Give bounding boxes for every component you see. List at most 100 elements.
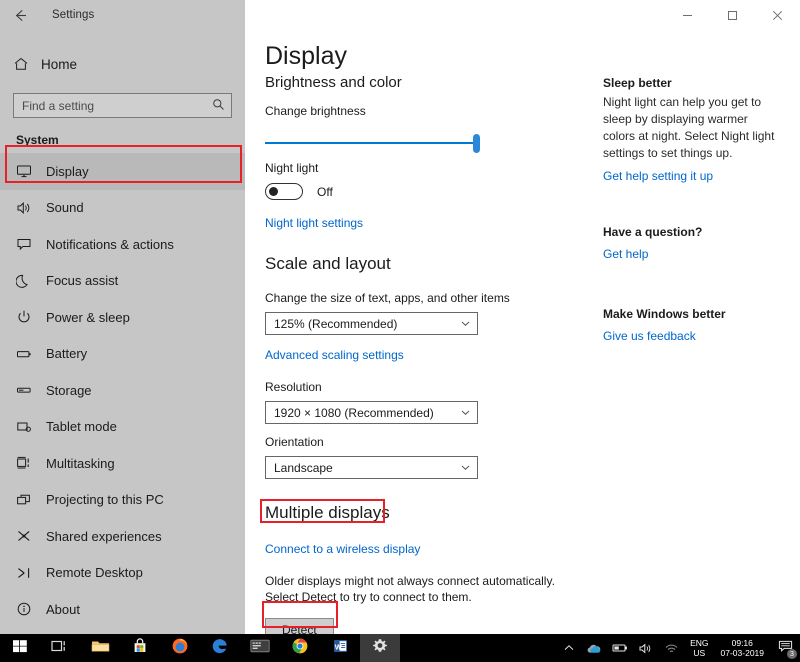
- window-title: Settings: [52, 9, 94, 21]
- svg-text:W: W: [334, 642, 342, 651]
- help-body: Night light can help you get to sleep by…: [603, 94, 783, 162]
- window-titlebar-left: Settings: [0, 0, 245, 30]
- sidebar-item-label: Projecting to this PC: [46, 492, 164, 507]
- language-indicator[interactable]: ENG US: [684, 634, 714, 662]
- chrome-icon: [291, 637, 309, 660]
- close-button[interactable]: [755, 0, 800, 30]
- resolution-label: Resolution: [265, 380, 595, 394]
- sidebar-item-storage[interactable]: Storage: [0, 372, 245, 409]
- sidebar-item-remote-desktop[interactable]: Remote Desktop: [0, 555, 245, 592]
- onedrive-cloud-icon[interactable]: [580, 634, 607, 662]
- clock[interactable]: 09:16 07-03-2019: [715, 634, 770, 662]
- tablet-icon: [16, 419, 46, 435]
- scale-label: Change the size of text, apps, and other…: [265, 291, 595, 305]
- sidebar-item-label: Display: [46, 164, 89, 179]
- chevron-down-icon: [460, 462, 471, 473]
- night-light-state: Off: [317, 185, 333, 199]
- terminal-button[interactable]: [240, 634, 280, 662]
- settings-window: Settings Home System: [0, 0, 800, 662]
- change-brightness-label: Change brightness: [265, 104, 595, 118]
- toggle-knob: [269, 187, 278, 196]
- minimize-button[interactable]: [665, 0, 710, 30]
- sidebar-item-about[interactable]: About: [0, 591, 245, 628]
- sidebar-item-label: Notifications & actions: [46, 237, 174, 252]
- task-view-button[interactable]: [40, 634, 80, 662]
- notification-count-badge: 3: [787, 649, 797, 659]
- search-input[interactable]: [13, 93, 232, 118]
- windows-logo-icon: [12, 638, 28, 659]
- maximize-button[interactable]: [710, 0, 755, 30]
- sidebar-item-home[interactable]: Home: [0, 48, 245, 80]
- taskbar: W: [0, 634, 800, 662]
- page-title: Display: [265, 42, 347, 71]
- brightness-and-color-heading: Brightness and color: [265, 74, 595, 91]
- resolution-dropdown[interactable]: 1920 × 1080 (Recommended): [265, 401, 478, 424]
- word-button[interactable]: W: [320, 634, 360, 662]
- help-heading: Sleep better: [603, 76, 783, 90]
- action-center-button[interactable]: 3: [770, 634, 800, 662]
- settings-button[interactable]: [360, 634, 400, 662]
- speaker-icon[interactable]: [634, 634, 659, 662]
- sidebar-item-display[interactable]: Display: [0, 153, 245, 190]
- microsoft-store-button[interactable]: [120, 634, 160, 662]
- get-help-setting-it-up-link[interactable]: Get help setting it up: [603, 169, 713, 183]
- get-help-link[interactable]: Get help: [603, 247, 648, 261]
- sidebar-item-shared-experiences[interactable]: Shared experiences: [0, 518, 245, 555]
- notification-icon: [16, 236, 46, 252]
- sidebar-item-projecting[interactable]: Projecting to this PC: [0, 482, 245, 519]
- gear-icon: [371, 637, 389, 660]
- chrome-button[interactable]: [280, 634, 320, 662]
- firefox-button[interactable]: [160, 634, 200, 662]
- window-controls: [665, 0, 800, 30]
- system-tray: ENG US 09:16 07-03-2019 3: [558, 634, 800, 662]
- chevron-down-icon: [460, 318, 471, 329]
- brightness-slider-track: [265, 142, 478, 144]
- orientation-dropdown[interactable]: Landscape: [265, 456, 478, 479]
- scale-dropdown[interactable]: 125% (Recommended): [265, 312, 478, 335]
- shared-experiences-icon: [16, 528, 46, 544]
- orientation-label: Orientation: [265, 435, 595, 449]
- sidebar-home-label: Home: [41, 57, 77, 72]
- scale-and-layout-heading: Scale and layout: [265, 254, 595, 274]
- chevron-up-icon[interactable]: [558, 634, 580, 662]
- firefox-icon: [171, 637, 189, 660]
- file-explorer-button[interactable]: [80, 634, 120, 662]
- battery-icon[interactable]: [607, 634, 634, 662]
- brightness-slider[interactable]: [265, 129, 595, 159]
- sidebar-nav-list: Display Sound Notifica: [0, 153, 245, 628]
- sidebar-item-label: Tablet mode: [46, 419, 117, 434]
- advanced-scaling-settings-link[interactable]: Advanced scaling settings: [265, 348, 404, 362]
- start-button[interactable]: [0, 634, 40, 662]
- wifi-icon[interactable]: [659, 634, 684, 662]
- sidebar-item-notifications[interactable]: Notifications & actions: [0, 226, 245, 263]
- sidebar-section-label: System: [16, 133, 245, 147]
- sidebar-item-power-sleep[interactable]: Power & sleep: [0, 299, 245, 336]
- word-icon: W: [332, 638, 349, 659]
- power-icon: [16, 309, 46, 325]
- edge-icon: [211, 637, 229, 660]
- monitor-icon: [16, 163, 46, 179]
- display-settings-column: Brightness and color Change brightness N…: [265, 74, 595, 642]
- sidebar-item-label: Storage: [46, 383, 92, 398]
- brightness-slider-thumb[interactable]: [473, 134, 480, 153]
- back-arrow-icon[interactable]: [0, 0, 40, 30]
- chevron-down-icon: [460, 407, 471, 418]
- night-light-label: Night light: [265, 161, 595, 175]
- projecting-icon: [16, 492, 46, 508]
- remote-desktop-icon: [16, 565, 46, 581]
- language-line1: ENG: [690, 638, 708, 649]
- give-us-feedback-link[interactable]: Give us feedback: [603, 329, 696, 343]
- sidebar-item-sound[interactable]: Sound: [0, 190, 245, 227]
- night-light-settings-link[interactable]: Night light settings: [265, 216, 363, 230]
- home-icon: [13, 56, 41, 72]
- sidebar-item-tablet-mode[interactable]: Tablet mode: [0, 409, 245, 446]
- settings-sidebar: Settings Home System: [0, 0, 245, 634]
- sidebar-item-multitasking[interactable]: Multitasking: [0, 445, 245, 482]
- orientation-value: Landscape: [274, 461, 460, 475]
- edge-button[interactable]: [200, 634, 240, 662]
- night-light-toggle[interactable]: [265, 183, 303, 200]
- connect-wireless-display-link[interactable]: Connect to a wireless display: [265, 542, 420, 556]
- sidebar-item-battery[interactable]: Battery: [0, 336, 245, 373]
- help-heading: Have a question?: [603, 225, 783, 239]
- sidebar-item-focus-assist[interactable]: Focus assist: [0, 263, 245, 300]
